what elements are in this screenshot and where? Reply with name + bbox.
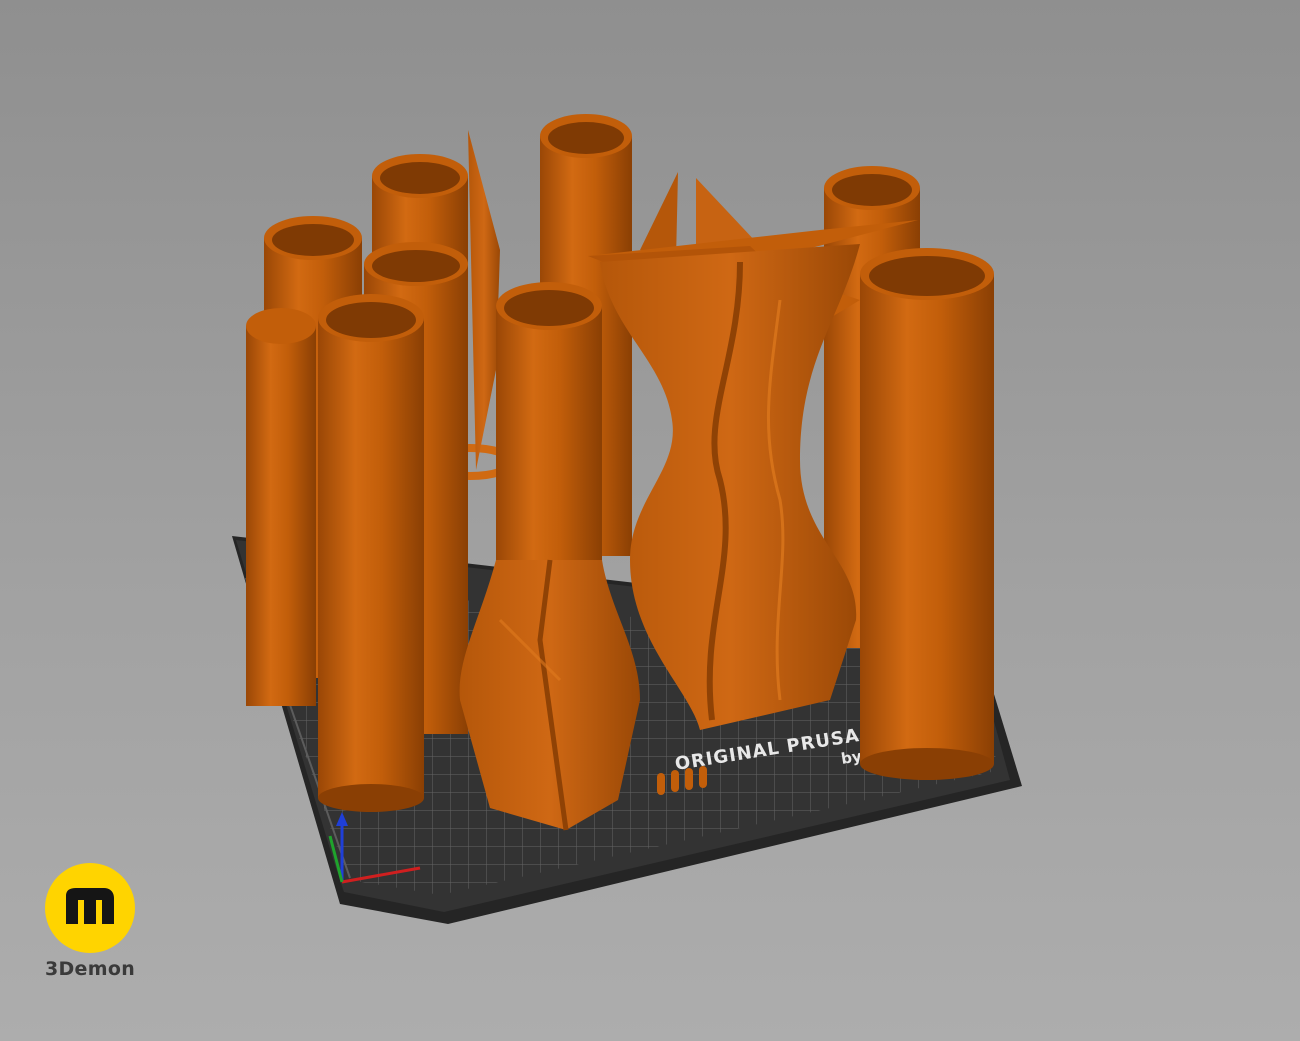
3d-viewport[interactable]: ORIGINAL PRUSA by 3Demon [0,0,1300,1041]
3demon-watermark: 3Demon [40,862,140,980]
model-fin-left [468,130,500,470]
bed-logo-subtext: by [840,747,863,768]
m-logo-icon [45,863,135,953]
model-tubes-front-left [318,294,424,812]
model-tube-front-right [860,248,994,780]
brand-name: 3Demon [44,958,136,980]
scene-canvas[interactable]: ORIGINAL PRUSA by [0,0,1300,1041]
